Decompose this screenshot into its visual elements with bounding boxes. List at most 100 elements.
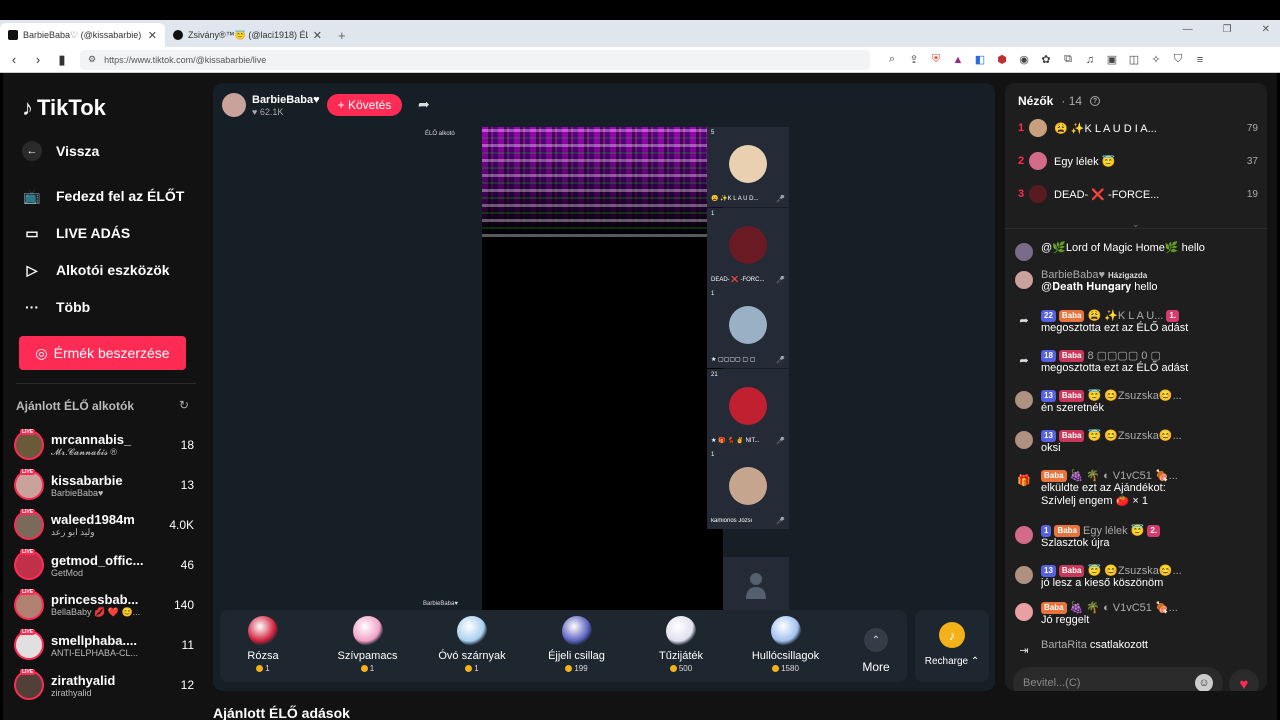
username[interactable]: 😇 😊Zsuzska😊...: [1087, 389, 1181, 402]
follow-button[interactable]: + Követés: [327, 94, 402, 116]
menu-icon[interactable]: ≡: [1194, 54, 1206, 66]
back-link[interactable]: ← Vissza: [22, 141, 99, 161]
host-name[interactable]: BarbieBaba♥: [252, 94, 320, 106]
guest-slot[interactable]: 1 ★ ▢▢▢▢ ▢ ▢ 🎤: [707, 288, 789, 368]
extension-icon[interactable]: ◉: [1018, 54, 1030, 66]
music-icon[interactable]: ♫: [1084, 54, 1096, 66]
top-viewer-row[interactable]: 1 😩 ✨K L A U D I A... 79: [1018, 117, 1258, 139]
tiktok-live-page: ♪ TikTok ← Vissza 📺 Fedezd fel az ÉLŐT ▭…: [3, 73, 1277, 720]
message-body: 13 Baba 😇 😊Zsuzska😊... én szeretnék: [1041, 389, 1260, 414]
share-page-icon[interactable]: ⇪: [908, 54, 920, 66]
top-viewer-row[interactable]: 3 DEAD- ❌ -FORCE... 19: [1018, 183, 1258, 205]
avatar[interactable]: [1015, 243, 1033, 261]
like-heart-button[interactable]: ♥: [1229, 669, 1259, 691]
live-badge: LIVE: [20, 629, 36, 635]
tiktok-logo[interactable]: ♪ TikTok: [22, 95, 106, 121]
username[interactable]: 😇 😊Zsuzska😊...: [1087, 429, 1181, 442]
emoji-icon[interactable]: ☺: [1195, 674, 1213, 691]
sidebar-item-more[interactable]: ··· Több: [22, 297, 90, 317]
gift-item[interactable]: Hullócsillagok 1580: [741, 616, 831, 673]
close-tab-icon[interactable]: ✕: [148, 29, 157, 42]
username[interactable]: 🍇 🌴 ◐ V1vC51 🍖...: [1070, 601, 1178, 614]
avatar[interactable]: [1015, 526, 1033, 544]
get-coins-button[interactable]: ◎ Érmék beszerzése: [19, 336, 186, 370]
video-player[interactable]: [482, 127, 723, 614]
sidebar-item-explore-live[interactable]: 📺 Fedezd fel az ÉLŐT: [22, 186, 184, 206]
guest-badge: 1: [711, 210, 715, 217]
user-badge: Baba: [1058, 349, 1085, 362]
empty-guest-slot[interactable]: [723, 557, 789, 615]
avatar[interactable]: [1015, 566, 1033, 584]
user-badge: Baba: [1058, 309, 1085, 322]
back-icon[interactable]: ‹: [8, 52, 20, 67]
guest-slot[interactable]: 1 kamionos Józsi 🎤: [707, 449, 789, 529]
username[interactable]: BartaRita: [1041, 639, 1087, 651]
recommended-creator[interactable]: LIVE princessbab... BellaBaby 💋 ❤️ 😊... 140: [14, 587, 194, 623]
recommended-creator[interactable]: LIVE smellphaba.... ANTI-ELPHABA-CL... 11: [14, 627, 194, 663]
guest-slot[interactable]: 21 ★ 🎁 💃 ✌ NIT... 🎤: [707, 368, 789, 449]
viewer-rank: 3: [1018, 188, 1025, 200]
avatar[interactable]: [1015, 271, 1033, 289]
avatar[interactable]: [1015, 431, 1033, 449]
username[interactable]: 😩 ✨K L A U...: [1087, 309, 1163, 322]
sidebar-item-label: Több: [56, 299, 91, 315]
zoom-icon[interactable]: ⌕: [886, 53, 898, 66]
guest-slot[interactable]: 5 😩 ✨K L A U D... 🎤: [707, 127, 789, 207]
gift-item[interactable]: Szívpamacs 1: [323, 616, 413, 673]
address-bar[interactable]: ⚙ https://www.tiktok.com/@kissabarbie/li…: [80, 49, 870, 70]
vpn-icon[interactable]: ⛉: [1172, 53, 1184, 66]
username[interactable]: 😇 😊Zsuzska😊...: [1087, 564, 1181, 577]
close-tab-icon[interactable]: ✕: [313, 29, 322, 42]
ai-icon[interactable]: ✧: [1150, 54, 1162, 66]
translate-icon[interactable]: ◧: [974, 54, 986, 66]
top-viewer-row[interactable]: 2 Egy lélek 😇 37: [1018, 150, 1258, 172]
gift-item[interactable]: Tűzijáték 500: [636, 616, 726, 673]
recommended-creator[interactable]: LIVE mrcannabis_ 𝓜𝓻.𝓒𝓪𝓷𝓷𝓪𝓫𝓲𝓼 ® 18: [14, 427, 194, 463]
recommended-creator[interactable]: LIVE zirathyalid zirathyalid 12: [14, 667, 194, 703]
more-gifts-button[interactable]: ⌃ More: [848, 628, 904, 674]
chat-message: 🎁 Baba 🍇 🌴 ◐ V1vC51 🍖... elküldte ezt az Aj…: [1015, 469, 1260, 507]
browser-tab[interactable]: Zsivány®™😇 (@laci1918) ÉLŐ adás ✕: [165, 23, 330, 47]
wallet-icon[interactable]: ◫: [1128, 54, 1140, 66]
host-avatar[interactable]: [222, 93, 246, 117]
tv-icon: 📺: [23, 187, 41, 204]
refresh-icon[interactable]: ↻: [179, 398, 189, 412]
close-window-icon[interactable]: ✕: [1262, 24, 1270, 35]
gift-item[interactable]: Óvó szárnyak 1: [427, 616, 517, 673]
recommended-creator[interactable]: LIVE kissabarbie BarbieBaba♥ 13: [14, 467, 194, 503]
username[interactable]: Egy lélek 😇: [1083, 524, 1144, 537]
username[interactable]: 🍇 🌴 ◐ V1vC51 🍖...: [1070, 469, 1178, 482]
chat-input[interactable]: [1023, 677, 1195, 689]
guest-name: kamionos Józsi: [711, 518, 753, 524]
message-body: @🌿Lord of Magic Home🌿 hello: [1041, 241, 1260, 261]
recommended-creator[interactable]: LIVE getmod_offic... GetMod 46: [14, 547, 194, 583]
avatar[interactable]: [1015, 391, 1033, 409]
gift-item[interactable]: Éjjeli csillag 199: [532, 616, 622, 673]
forward-icon[interactable]: ›: [32, 52, 44, 67]
browser-tab-active[interactable]: BarbieBaba♡ (@kissabarbie) ✕: [0, 23, 165, 47]
info-icon[interactable]: ?: [1090, 96, 1101, 106]
recharge-button[interactable]: ♪ Recharge ⌃: [915, 610, 989, 682]
triangle-icon[interactable]: ▲: [952, 54, 964, 66]
sidebar-icon[interactable]: ▣: [1106, 54, 1118, 66]
puzzle-icon[interactable]: ⧉: [1062, 53, 1074, 66]
host-likes: ♥ 62.1K: [252, 107, 284, 117]
minimize-icon[interactable]: —: [1183, 24, 1193, 35]
shield-icon[interactable]: ⛨: [930, 53, 942, 66]
recommended-creator[interactable]: LIVE waleed1984m وليد ابو رعد 4.0K: [14, 507, 194, 543]
gift-item[interactable]: Rózsa 1: [218, 616, 308, 673]
bookmark-icon[interactable]: ▮: [56, 52, 68, 68]
username[interactable]: BarbieBaba♥: [1041, 269, 1105, 281]
maximize-icon[interactable]: ❐: [1223, 24, 1232, 35]
sidebar-item-go-live[interactable]: ▭ LIVE ADÁS: [22, 223, 130, 243]
avatar[interactable]: [1015, 603, 1033, 621]
extension-icon[interactable]: ⬢: [996, 54, 1008, 66]
sidebar-item-creator-tools[interactable]: ▷ Alkotói eszközök: [22, 260, 170, 280]
share-icon[interactable]: ➦: [418, 96, 430, 113]
new-tab-button[interactable]: +: [338, 28, 346, 43]
extension-icon[interactable]: ✿: [1040, 54, 1052, 66]
mic-icon: 🎤: [776, 437, 785, 445]
username[interactable]: 8 ▢▢▢▢ 0 ▢: [1087, 349, 1160, 362]
guest-slot[interactable]: 1 DEAD- ❌ -FORC... 🎤: [707, 207, 789, 288]
site-settings-icon[interactable]: ⚙: [88, 54, 96, 65]
